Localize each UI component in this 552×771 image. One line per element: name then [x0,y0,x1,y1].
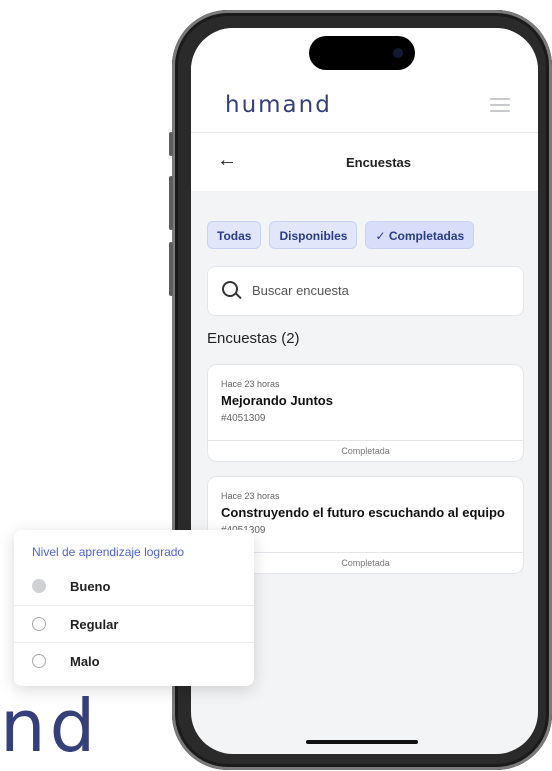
panel-title: Nivel de aprendizaje logrado [32,545,185,559]
option-label: Malo [70,654,100,669]
brand-fragment-text: nd [0,684,100,768]
chip-completadas[interactable]: ✓ Completadas [365,221,475,249]
option-regular[interactable]: Regular [14,605,254,643]
search-icon [222,281,238,297]
option-label: Regular [70,617,119,632]
filter-chips: Todas Disponibles ✓ Completadas [207,221,475,249]
mute-button [169,132,173,156]
survey-id: #4051309 [221,413,266,424]
radio-icon[interactable] [32,617,46,631]
option-label: Bueno [70,579,111,594]
survey-status: Completada [208,440,523,461]
section-title: Encuestas (2) [207,330,300,347]
dynamic-island [309,36,415,70]
page-title: Encuestas [345,155,412,170]
learning-level-panel: Nivel de aprendizaje logrado Bueno Regul… [14,530,254,686]
survey-card[interactable]: Hace 23 horas Construyendo el futuro esc… [207,476,524,574]
radio-icon[interactable] [32,654,46,668]
home-indicator[interactable] [306,740,418,744]
survey-title: Mejorando Juntos [221,393,333,408]
option-malo[interactable]: Malo [14,642,254,680]
nav-bar: ← Encuestas [191,133,538,191]
brand-logo: humand [225,92,332,118]
chip-disponibles[interactable]: Disponibles [269,221,358,249]
option-bueno[interactable]: Bueno [14,568,254,605]
volume-up-button [169,176,173,230]
survey-time: Hace 23 horas [221,379,280,389]
survey-card[interactable]: Hace 23 horas Mejorando Juntos #4051309 … [207,364,524,462]
survey-title: Construyendo el futuro escuchando al equ… [221,505,505,520]
survey-time: Hace 23 horas [221,491,280,501]
survey-status: Completada [208,552,523,573]
search-input[interactable]: Buscar encuesta [207,266,524,316]
hamburger-menu-icon[interactable] [490,98,510,112]
radio-icon[interactable] [32,579,46,593]
chip-todas[interactable]: Todas [207,221,262,249]
volume-down-button [169,242,173,296]
camera-icon [393,48,403,58]
search-placeholder: Buscar encuesta [252,283,349,298]
